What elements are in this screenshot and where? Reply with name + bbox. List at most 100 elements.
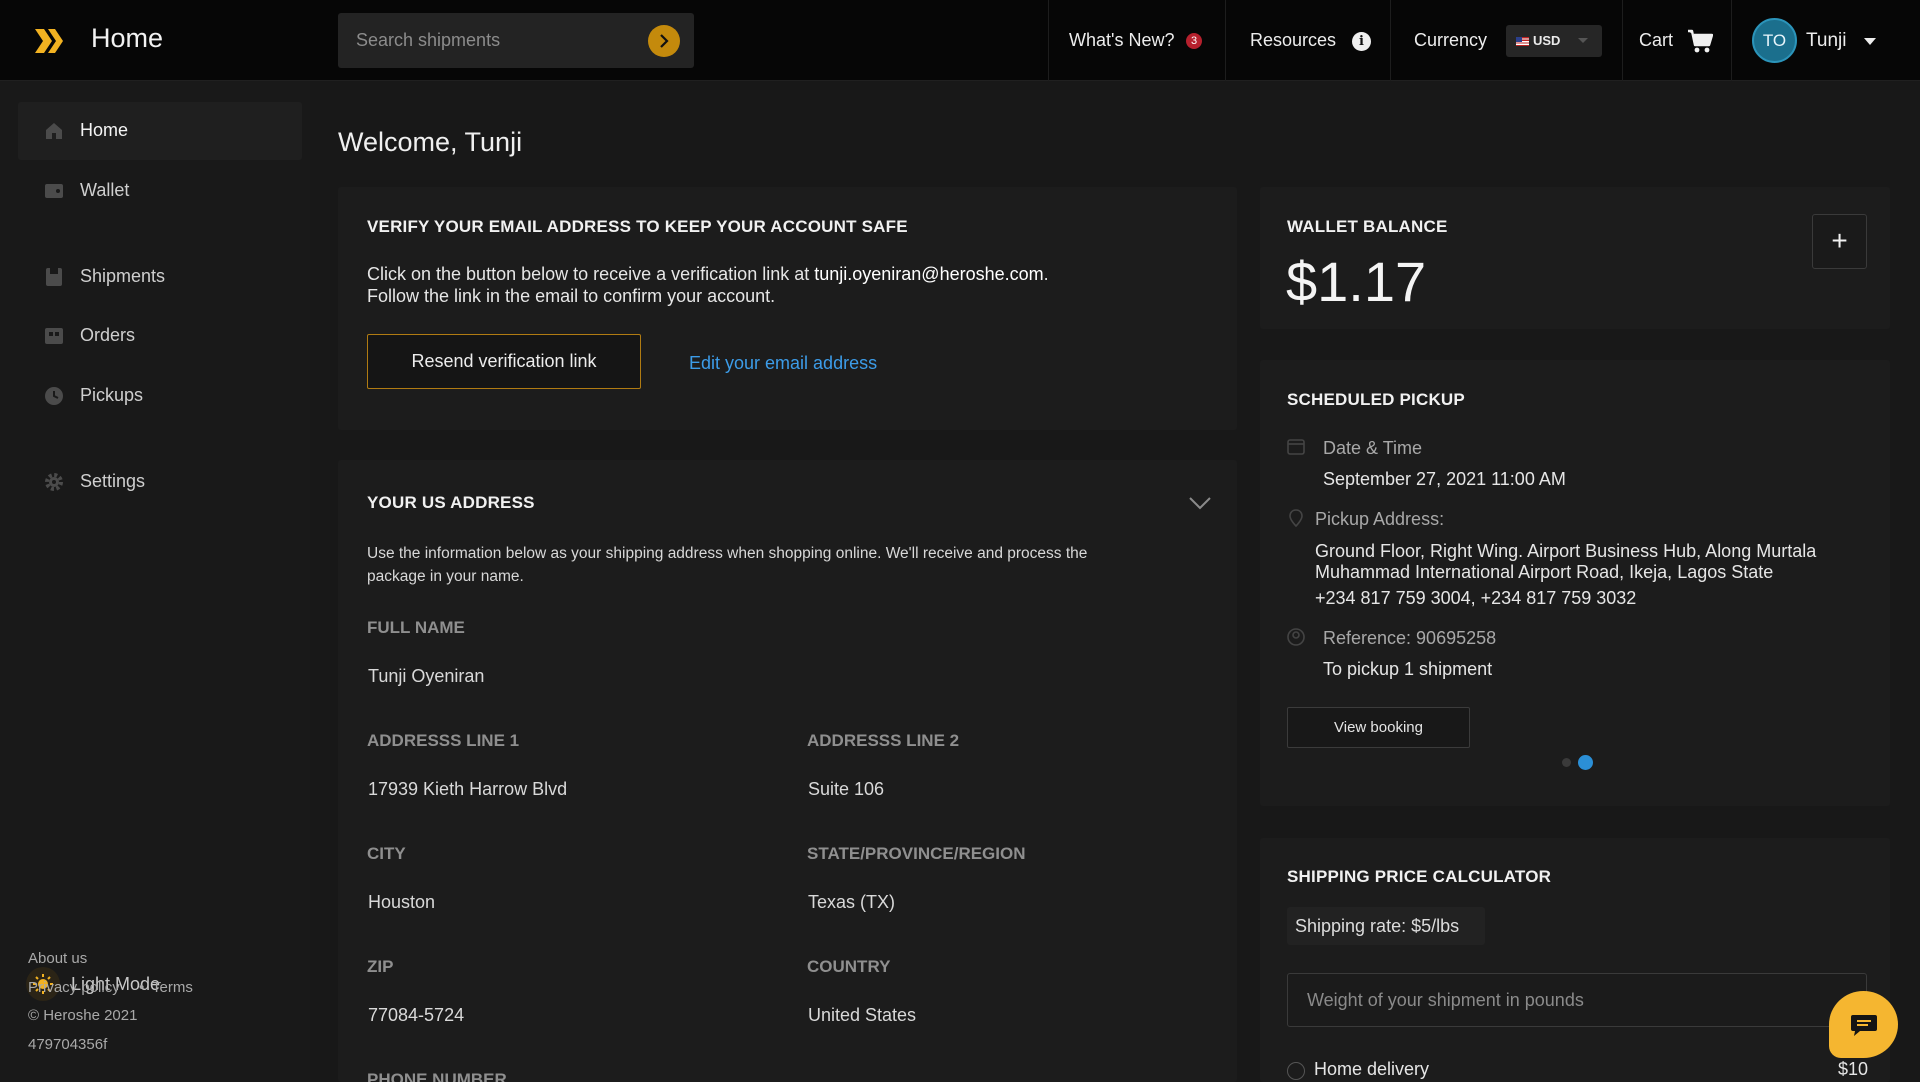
pickup-address-label: Pickup Address: xyxy=(1315,509,1445,529)
divider xyxy=(1622,0,1623,81)
chat-button[interactable] xyxy=(1829,991,1898,1058)
view-booking-button[interactable]: View booking xyxy=(1287,707,1470,748)
full-name-label: FULL NAME xyxy=(367,618,465,637)
chat-icon xyxy=(1850,1014,1877,1036)
resend-verification-button[interactable]: Resend verification link xyxy=(367,334,641,389)
search-input[interactable] xyxy=(356,13,646,68)
scheduled-pickup-title: SCHEDULED PICKUP xyxy=(1287,390,1465,409)
notification-badge: 3 xyxy=(1186,33,1202,49)
home-delivery-radio[interactable] xyxy=(1287,1062,1305,1080)
shipment-weight-input[interactable] xyxy=(1287,973,1867,1027)
address-line1-value: 17939 Kieth Harrow Blvd xyxy=(368,779,568,799)
home-delivery-price: $10 xyxy=(1838,1059,1869,1079)
verify-email-card: VERIFY YOUR EMAIL ADDRESS TO KEEP YOUR A… xyxy=(338,187,1237,430)
clock-icon xyxy=(45,387,63,405)
verify-email-text: Click on the button below to receive a v… xyxy=(367,264,1049,285)
wallet-icon xyxy=(45,184,63,198)
zip-label: ZIP xyxy=(367,957,394,976)
wallet-balance-amount: $1.17 xyxy=(1286,250,1427,313)
divider xyxy=(1048,0,1049,81)
pickup-datetime-label: Date & Time xyxy=(1323,438,1423,458)
sidebar-item-settings[interactable]: Settings xyxy=(18,453,302,511)
top-bar: Home What's New? 3 Resources i Currency … xyxy=(0,0,1920,81)
country-label: COUNTRY xyxy=(807,957,891,976)
sidebar-item-label: Shipments xyxy=(80,266,166,286)
us-address-title: YOUR US ADDRESS xyxy=(367,493,535,512)
sidebar-item-orders[interactable]: Orders xyxy=(18,307,302,365)
us-address-description: Use the information below as your shippi… xyxy=(367,545,1088,562)
state-label: STATE/PROVINCE/REGION xyxy=(807,844,1026,863)
sidebar-item-label: Orders xyxy=(80,325,136,345)
address-line2-label: ADDRESSS LINE 2 xyxy=(807,731,960,750)
shipments-icon xyxy=(46,268,62,286)
pickup-datetime-value: September 27, 2021 11:00 AM xyxy=(1323,469,1566,489)
divider xyxy=(1731,0,1732,81)
user-name[interactable]: Tunji xyxy=(1806,30,1846,52)
sidebar-item-shipments[interactable]: Shipments xyxy=(18,248,302,306)
sidebar-item-wallet[interactable]: Wallet xyxy=(18,162,302,220)
city-label: CITY xyxy=(367,844,406,863)
carousel-dot-active[interactable] xyxy=(1578,755,1593,770)
us-flag-icon xyxy=(1516,37,1529,46)
zip-value: 77084-5724 xyxy=(368,1005,465,1025)
shipping-rate-chip: Shipping rate: $5/lbs xyxy=(1287,907,1485,945)
currency-select[interactable]: USD xyxy=(1506,25,1602,57)
privacy-link[interactable]: Privacy policy xyxy=(28,979,120,996)
copyright-text: © Heroshe 2021 xyxy=(28,1007,138,1024)
sidebar-item-pickups[interactable]: Pickups xyxy=(18,367,302,425)
pickup-address-line1: Ground Floor, Right Wing. Airport Busine… xyxy=(1315,541,1817,561)
chevron-right-icon xyxy=(660,34,669,48)
wallet-balance-card: WALLET BALANCE $1.17 xyxy=(1260,187,1890,329)
pickup-phones: +234 817 759 3004, +234 817 759 3032 xyxy=(1315,588,1637,608)
whats-new-link[interactable]: What's New? xyxy=(1069,30,1174,51)
currency-label: Currency xyxy=(1414,30,1488,50)
wallet-balance-title: WALLET BALANCE xyxy=(1287,217,1448,236)
sidebar: Home Wallet Shipments Orders Pickups Set… xyxy=(0,81,310,1082)
calendar-icon xyxy=(1287,439,1305,455)
location-pin-icon xyxy=(1289,509,1303,527)
verify-text-prefix: Click on the button below to receive a v… xyxy=(367,264,815,284)
phone-label: PHONE NUMBER xyxy=(367,1070,507,1082)
country-value: United States xyxy=(808,1005,917,1025)
user-email: tunji.oyeniran@heroshe.com xyxy=(814,264,1044,284)
verify-email-title: VERIFY YOUR EMAIL ADDRESS TO KEEP YOUR A… xyxy=(367,217,908,236)
cart-icon[interactable] xyxy=(1687,28,1713,54)
add-funds-button[interactable]: + xyxy=(1812,214,1867,269)
search-box xyxy=(338,13,694,68)
verify-text-suffix: . xyxy=(1043,264,1049,284)
us-address-card: YOUR US ADDRESS Use the information belo… xyxy=(338,460,1237,1082)
sidebar-item-label: Settings xyxy=(80,471,146,491)
edit-email-link[interactable]: Edit your email address xyxy=(689,353,877,374)
sidebar-item-home[interactable]: Home xyxy=(18,102,302,160)
cart-link[interactable]: Cart xyxy=(1639,30,1673,51)
divider xyxy=(1390,0,1391,81)
user-circle-icon xyxy=(1287,628,1305,646)
full-name-value: Tunji Oyeniran xyxy=(368,666,485,686)
carousel-dot[interactable] xyxy=(1562,758,1571,767)
about-link[interactable]: About us xyxy=(28,950,87,967)
welcome-heading: Welcome, Tunji xyxy=(338,127,523,157)
city-value: Houston xyxy=(368,892,436,912)
pickup-reference: Reference: 90695258 xyxy=(1323,628,1497,648)
info-icon: i xyxy=(1352,32,1371,51)
terms-link[interactable]: Terms xyxy=(152,979,193,996)
footer-separator: • xyxy=(139,979,145,996)
shipping-calculator-card: SHIPPING PRICE CALCULATOR xyxy=(1260,838,1890,1082)
avatar[interactable]: TO xyxy=(1752,18,1797,63)
resources-link[interactable]: Resources xyxy=(1250,30,1336,51)
gear-icon xyxy=(45,473,63,491)
chevron-down-icon[interactable] xyxy=(1189,496,1211,510)
state-value: Texas (TX) xyxy=(808,892,896,912)
caret-down-icon[interactable] xyxy=(1864,38,1876,45)
pickup-shipment-count: To pickup 1 shipment xyxy=(1323,659,1493,679)
heroshe-logo-icon[interactable] xyxy=(33,26,65,56)
page-title: Home xyxy=(91,23,164,53)
home-delivery-label[interactable]: Home delivery xyxy=(1314,1059,1429,1080)
us-address-description-cont: package in your name. xyxy=(367,568,524,585)
search-submit-button[interactable] xyxy=(648,25,680,57)
pickup-address-line2: Muhammad International Airport Road, Ike… xyxy=(1315,562,1774,582)
address-line1-label: ADDRESSS LINE 1 xyxy=(367,731,520,750)
verify-email-instruction: Follow the link in the email to confirm … xyxy=(367,286,776,306)
currency-value: USD xyxy=(1533,33,1561,48)
caret-down-icon xyxy=(1578,38,1588,43)
